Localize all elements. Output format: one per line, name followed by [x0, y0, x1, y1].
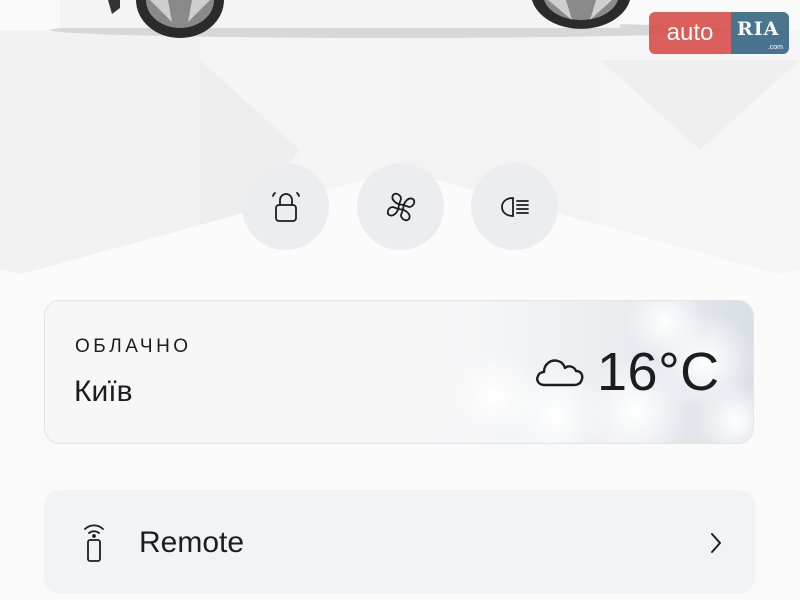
lock-button[interactable] [242, 163, 329, 250]
auto-ria-watermark: auto RIA .com [649, 12, 789, 54]
watermark-auto: auto [649, 12, 731, 54]
fan-icon [386, 192, 415, 221]
headlights-icon [500, 196, 529, 217]
watermark-ria: RIA [737, 18, 780, 40]
lock-icon [271, 191, 300, 222]
watermark-com: .com [767, 44, 783, 51]
remote-key-icon [84, 524, 104, 562]
cloud-icon [536, 359, 584, 387]
weather-card[interactable]: ОБЛАЧНО Київ 16°C [44, 300, 754, 444]
remote-label: Remote [139, 526, 245, 559]
weather-condition: ОБЛАЧНО [75, 336, 192, 357]
headlights-button[interactable] [471, 163, 558, 250]
remote-row[interactable]: Remote [44, 490, 755, 594]
weather-city: Київ [74, 375, 133, 408]
chevron-right-icon [711, 533, 721, 553]
weather-temperature: 16°C [597, 342, 720, 402]
climate-button[interactable] [357, 163, 444, 250]
